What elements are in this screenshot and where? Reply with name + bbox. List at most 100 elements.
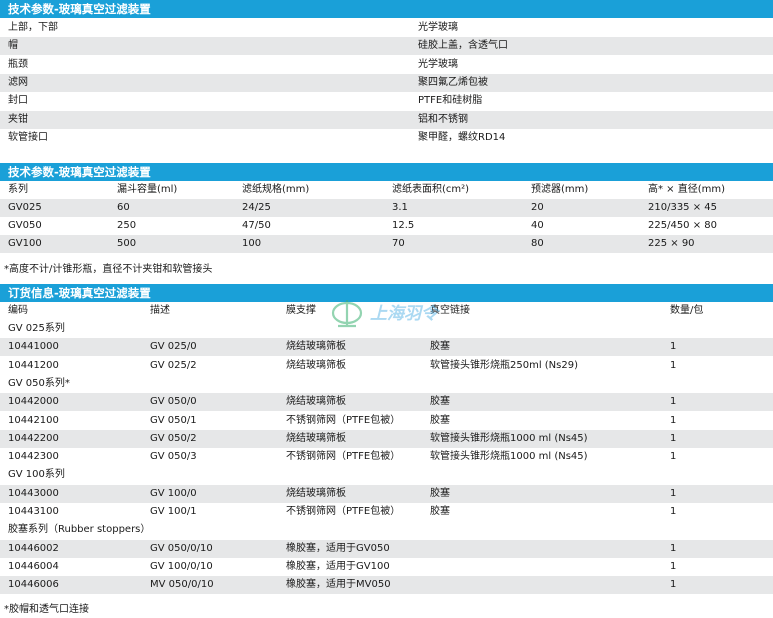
table-cell: GV 050/0 xyxy=(150,396,197,408)
table-cell: 不锈钢筛网（PTFE包被） xyxy=(286,414,401,426)
group-row: GV 050系列* xyxy=(0,375,773,393)
section1-title: 技术参数-玻璃真空过滤装置 xyxy=(0,0,773,18)
table-cell: 不锈钢筛网（PTFE包被） xyxy=(286,506,401,517)
column-header: 漏斗容量(ml) xyxy=(117,184,178,195)
spec-row: 帽 硅胶上盖，含透气口 xyxy=(0,37,773,56)
group-title: GV 100系列 xyxy=(8,469,65,481)
spec-label: 滤网 xyxy=(8,76,28,88)
table-cell: 47/50 xyxy=(242,220,271,231)
table-cell: 不锈钢筛网（PTFE包被） xyxy=(286,451,401,463)
table-cell: 橡胶塞，适用于MV050 xyxy=(286,579,391,591)
table-cell: 胶塞 xyxy=(430,341,450,353)
group-title: 胶塞系列（Rubber stoppers） xyxy=(8,524,151,536)
table-cell: 210/335 × 45 xyxy=(648,202,718,213)
table-row: 10441200 GV 025/2 烧结玻璃筛板 软管接头锥形烧瓶250ml (Ns2… xyxy=(0,357,773,375)
group-row: 胶塞系列（Rubber stoppers） xyxy=(0,521,773,539)
flask-icon xyxy=(331,300,363,328)
column-header: 系列 xyxy=(8,184,28,195)
column-header: 数量/包 xyxy=(670,305,704,316)
spec-row: 封口 PTFE和硅树脂 xyxy=(0,92,773,110)
table-cell: 80 xyxy=(531,238,544,249)
group-title: GV 050系列* xyxy=(8,377,70,389)
table-cell: 500 xyxy=(117,238,137,249)
table-row: 10446002 GV 050/0/10 橡胶塞，适用于GV050 1 xyxy=(0,539,773,558)
table-row: 10442100 GV 050/1 不锈钢筛网（PTFE包被） 胶塞 1 xyxy=(0,412,773,430)
table-cell: 10441000 xyxy=(8,341,59,353)
column-header: 预滤器(mm) xyxy=(531,184,589,195)
table-cell: GV 050/2 xyxy=(150,432,197,444)
spec-label: 上部，下部 xyxy=(8,22,58,33)
table-cell: 1 xyxy=(670,579,677,591)
table-cell: GV 100/0 xyxy=(150,487,197,499)
table-cell: 橡胶塞，适用于GV100 xyxy=(286,560,390,572)
table-cell: 24/25 xyxy=(242,202,271,213)
group-row: GV 100系列 xyxy=(0,466,773,484)
table-cell: 10446006 xyxy=(8,579,59,591)
table-row: 10443000 GV 100/0 烧结玻璃筛板 胶塞 1 xyxy=(0,484,773,503)
table-cell: 10443000 xyxy=(8,487,59,499)
table-cell: 1 xyxy=(670,359,677,371)
table-cell: 60 xyxy=(117,202,130,213)
table-cell: 1 xyxy=(670,341,677,353)
table-cell: 胶塞 xyxy=(430,487,450,499)
table-cell: GV 025/2 xyxy=(150,359,197,371)
spec-value: 光学玻璃 xyxy=(418,58,458,70)
table-cell: GV 050/0/10 xyxy=(150,542,213,554)
table-cell: 10442000 xyxy=(8,396,59,408)
table-cell: 225 × 90 xyxy=(648,238,695,249)
table-row: GV025 60 24/25 3.1 20 210/335 × 45 xyxy=(0,199,773,217)
table-cell: 1 xyxy=(670,414,677,426)
table-row: 10442000 GV 050/0 烧结玻璃筛板 胶塞 1 xyxy=(0,393,773,412)
table-cell: 3.1 xyxy=(392,202,408,213)
table-cell: GV 100/1 xyxy=(150,506,197,517)
table-cell: 1 xyxy=(670,487,677,499)
table-cell: 10442200 xyxy=(8,432,59,444)
watermark-logo: 上海羽令 xyxy=(331,300,441,328)
spec-value: 硅胶上盖，含透气口 xyxy=(418,40,508,52)
watermark-text: 上海羽令 xyxy=(370,304,441,324)
spec-label: 帽 xyxy=(8,40,18,52)
table-cell: 10442100 xyxy=(8,414,59,426)
table-cell: 225/450 × 80 xyxy=(648,220,718,231)
table-cell: 1 xyxy=(670,451,677,463)
table-row: GV050 250 47/50 12.5 40 225/450 × 80 xyxy=(0,217,773,235)
table-cell: 烧结玻璃筛板 xyxy=(286,396,346,408)
column-header: 高* × 直径(mm) xyxy=(648,184,726,195)
table-cell: 10446004 xyxy=(8,560,59,572)
group-title: GV 025系列 xyxy=(8,323,65,334)
table-cell: 10443100 xyxy=(8,506,59,517)
footnote: *高度不计/计锥形瓶，直径不计夹钳和软管接头 xyxy=(4,264,213,275)
column-header: 描述 xyxy=(150,305,170,316)
table-cell: 10441200 xyxy=(8,359,59,371)
section2-title: 技术参数-玻璃真空过滤装置 xyxy=(0,163,773,181)
table-cell: GV 025/0 xyxy=(150,341,197,353)
spec-row: 夹钳 铝和不锈钢 xyxy=(0,110,773,129)
table-cell: GV100 xyxy=(8,238,42,249)
table-cell: 40 xyxy=(531,220,544,231)
table-cell: 1 xyxy=(670,560,677,572)
spec-label: 瓶颈 xyxy=(8,58,28,70)
table-cell: GV 050/1 xyxy=(150,414,197,426)
table-cell: 20 xyxy=(531,202,544,213)
table-cell: 1 xyxy=(670,542,677,554)
spec-row: 软管接口 聚甲醛，螺纹RD14 xyxy=(0,129,773,147)
spec-value: 铝和不锈钢 xyxy=(418,113,468,125)
spec-label: 夹钳 xyxy=(8,113,28,125)
table-cell: 胶塞 xyxy=(430,506,450,517)
table-cell: 软管接头锥形烧瓶1000 ml (Ns45) xyxy=(430,432,588,444)
column-header: 滤纸规格(mm) xyxy=(242,184,310,195)
table-cell: 1 xyxy=(670,432,677,444)
table-cell: 烧结玻璃筛板 xyxy=(286,341,346,353)
column-header: 滤纸表面积(cm²) xyxy=(392,184,470,195)
table-cell: 烧结玻璃筛板 xyxy=(286,487,346,499)
table-header-row: 系列 漏斗容量(ml) 滤纸规格(mm) 滤纸表面积(cm²) 预滤器(mm) 高* × … xyxy=(0,181,773,199)
table-row: 10446004 GV 100/0/10 橡胶塞，适用于GV100 1 xyxy=(0,558,773,576)
footnote: *胶帽和透气口连接 xyxy=(4,604,89,615)
table-cell: 70 xyxy=(392,238,405,249)
table-cell: 胶塞 xyxy=(430,414,450,426)
spec-value: PTFE和硅树脂 xyxy=(418,95,483,107)
column-header: 编码 xyxy=(8,305,28,316)
table-cell: 12.5 xyxy=(392,220,415,231)
table-cell: GV 100/0/10 xyxy=(150,560,213,572)
table-row: 10442300 GV 050/3 不锈钢筛网（PTFE包被） 软管接头锥形烧瓶100… xyxy=(0,448,773,466)
